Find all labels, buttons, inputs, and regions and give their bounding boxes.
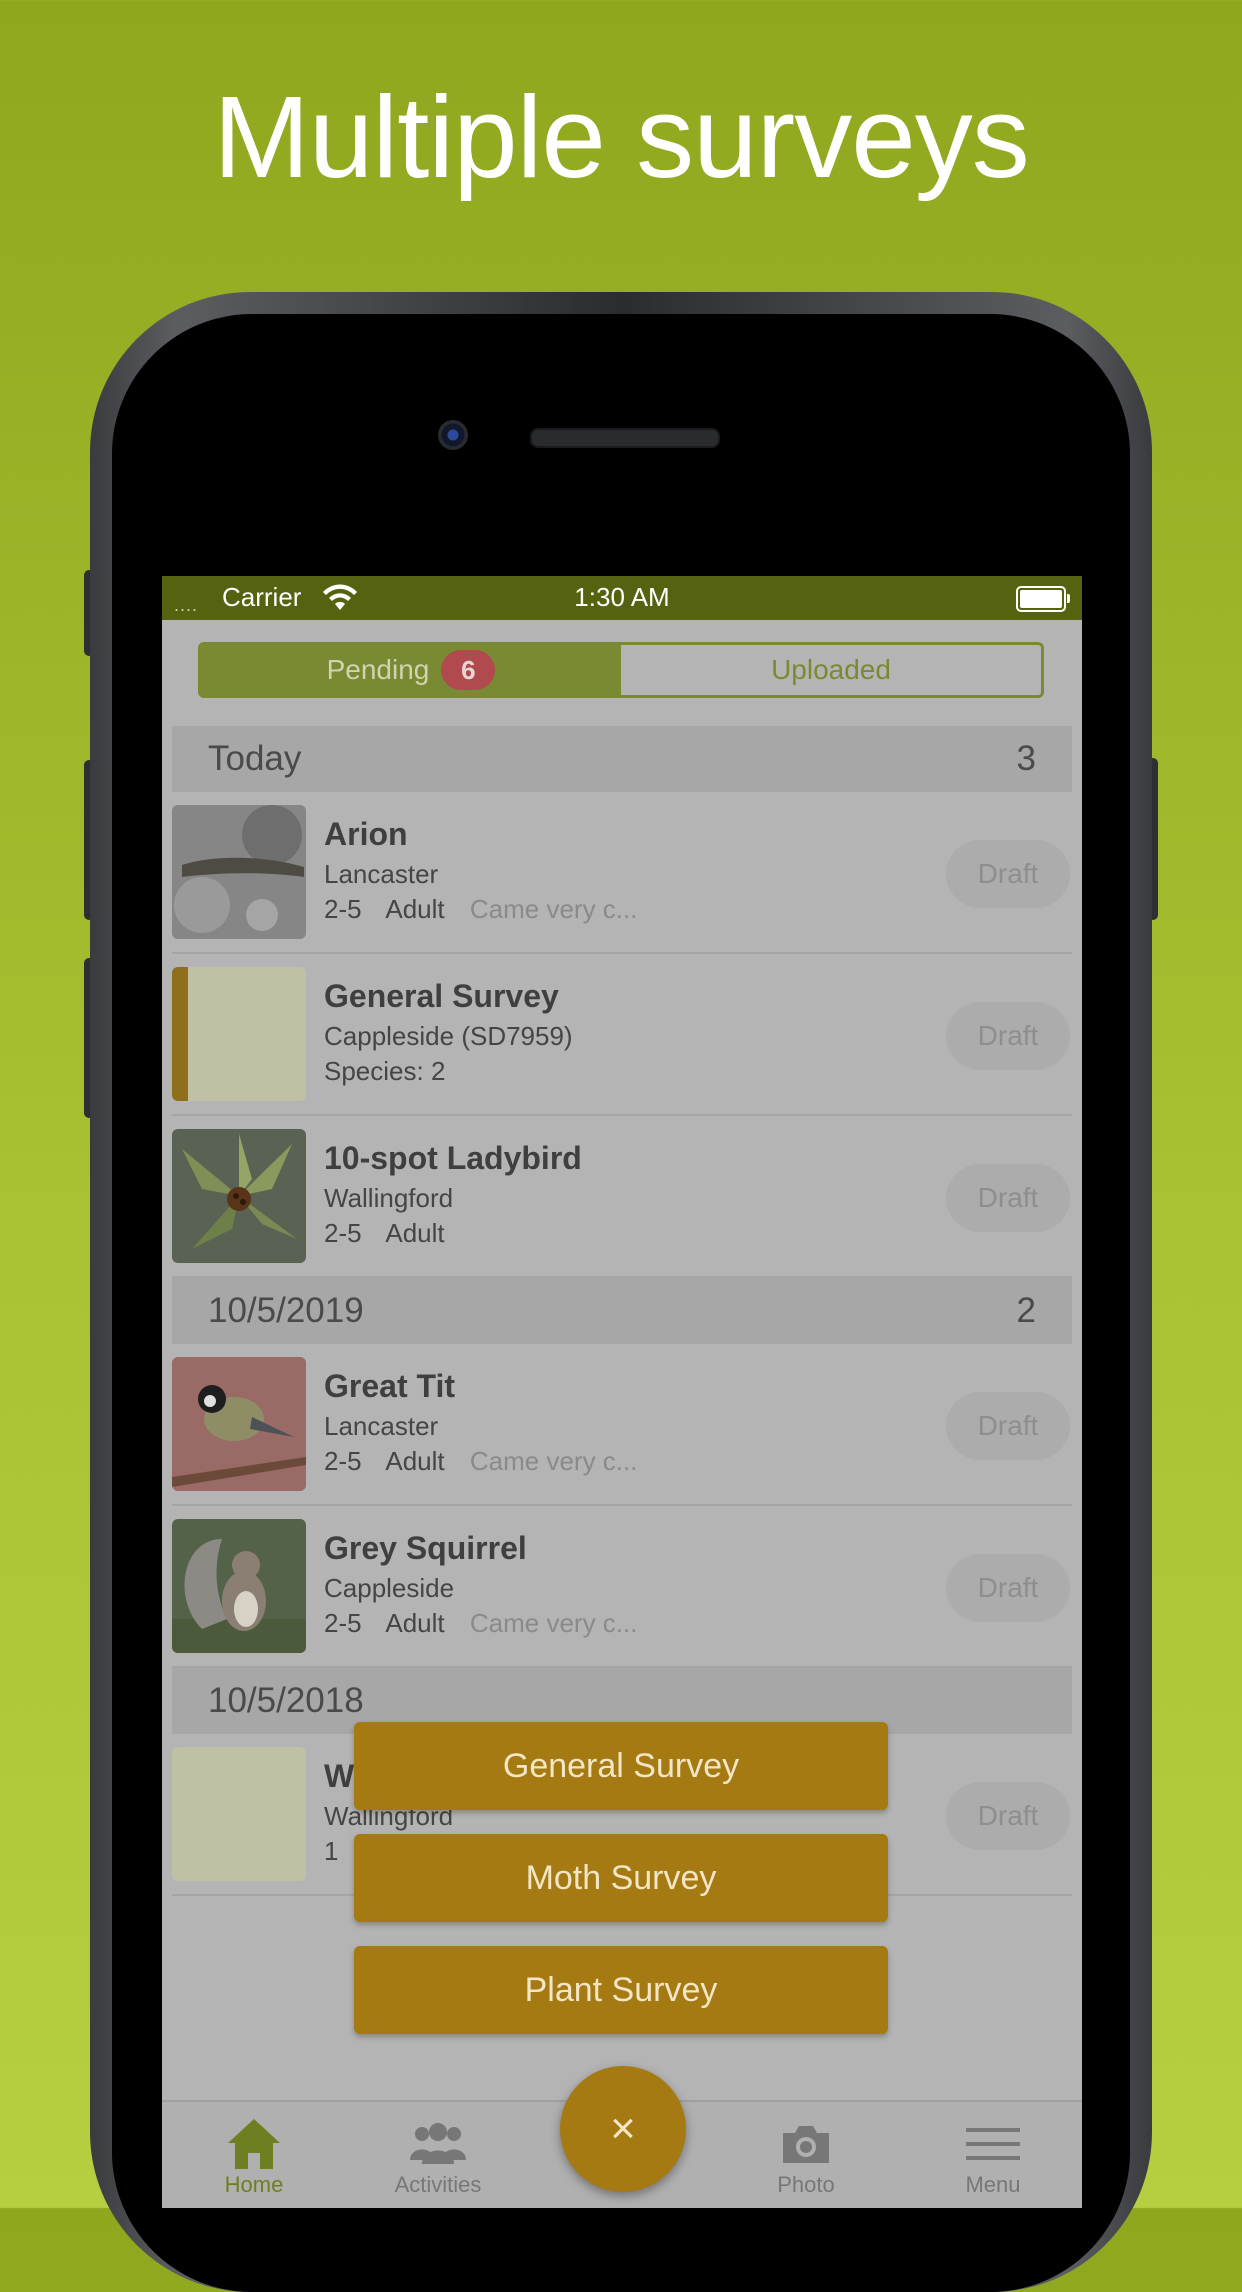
section-header: Today 3 (172, 726, 1072, 792)
draft-status-button[interactable]: Draft (946, 1782, 1070, 1850)
camera-icon (726, 2116, 886, 2172)
list-item[interactable]: Great Tit Lancaster 2-5 Adult Came very … (172, 1344, 1072, 1506)
tab-photo-label: Photo (777, 2172, 835, 2197)
status-bar: .... Carrier 1:30 AM (162, 576, 1082, 620)
record-stage: Adult (385, 1217, 445, 1248)
tab-menu-label: Menu (965, 2172, 1021, 2197)
record-count: 2-5 (324, 1607, 362, 1638)
record-count: 2-5 (324, 1445, 362, 1476)
plant-survey-button[interactable]: Plant Survey (354, 1946, 888, 2034)
record-note: Came very c... (469, 893, 638, 924)
draft-status-button[interactable]: Draft (946, 1002, 1070, 1070)
record-stage: Adult (385, 1445, 445, 1476)
tab-home-label: Home (224, 2172, 284, 2197)
section-date: Today (208, 739, 302, 778)
slug-photo (172, 805, 306, 939)
draft-status-button[interactable]: Draft (946, 1392, 1070, 1460)
pending-count-badge: 6 (441, 650, 496, 690)
tab-activities-label: Activities (394, 2172, 482, 2197)
close-survey-menu-button[interactable]: × (560, 2066, 686, 2192)
record-count: 2-5 (324, 1217, 362, 1248)
earpiece-speaker (530, 428, 720, 448)
record-count: 2-5 (324, 893, 362, 924)
people-icon (358, 2116, 518, 2172)
battery-icon (1016, 586, 1070, 612)
record-stage: Adult (385, 1607, 445, 1638)
squirrel-photo (172, 1519, 306, 1653)
tab-pending[interactable]: Pending 6 (201, 645, 621, 695)
tab-photo[interactable]: Photo (726, 2116, 886, 2198)
ladybird-photo (172, 1129, 306, 1263)
draft-status-button[interactable]: Draft (946, 1554, 1070, 1622)
record-note: Came very c... (469, 1445, 638, 1476)
menu-icon (913, 2116, 1073, 2172)
tab-uploaded[interactable]: Uploaded (621, 645, 1041, 695)
section-date: 10/5/2018 (208, 1681, 364, 1720)
app-screen: .... Carrier 1:30 AM Pending 6 Uploaded … (162, 576, 1082, 2208)
draft-status-button[interactable]: Draft (946, 840, 1070, 908)
pending-uploaded-toggle: Pending 6 Uploaded (198, 642, 1044, 698)
close-icon: × (610, 2104, 636, 2153)
section-header: 10/5/2019 2 (172, 1278, 1072, 1344)
tab-uploaded-label: Uploaded (771, 654, 891, 685)
list-item[interactable]: 10-spot Ladybird Wallingford 2-5 Adult D… (172, 1116, 1072, 1278)
blank-placeholder (172, 1747, 306, 1881)
general-survey-button[interactable]: General Survey (354, 1722, 888, 1810)
tab-pending-label: Pending (326, 654, 430, 685)
moth-survey-button[interactable]: Moth Survey (354, 1834, 888, 1922)
clock: 1:30 AM (574, 582, 670, 612)
record-stage: Adult (385, 893, 445, 924)
survey-type-menu: General Survey Moth Survey Plant Survey (354, 1722, 888, 2058)
section-date: 10/5/2019 (208, 1291, 364, 1330)
draft-status-button[interactable]: Draft (946, 1164, 1070, 1232)
headline: Multiple surveys (213, 72, 1030, 202)
tab-menu[interactable]: Menu (913, 2116, 1073, 2198)
list-item[interactable]: General Survey Cappleside (SD7959) Speci… (172, 954, 1072, 1116)
bird-photo (172, 1357, 306, 1491)
tab-activities[interactable]: Activities (358, 2116, 518, 2198)
list-item[interactable]: Grey Squirrel Cappleside 2-5 Adult Came … (172, 1506, 1072, 1668)
survey-placeholder (172, 967, 306, 1101)
tab-home[interactable]: Home (174, 2116, 334, 2198)
records-list: Today 3 Arion Lancaster 2-5 Adult Came v… (172, 726, 1072, 1896)
front-camera (438, 420, 468, 450)
home-icon (174, 2116, 334, 2172)
list-item[interactable]: Arion Lancaster 2-5 Adult Came very c...… (172, 792, 1072, 954)
record-note: Came very c... (469, 1607, 638, 1638)
section-count: 3 (1016, 739, 1036, 778)
section-count: 2 (1016, 1291, 1036, 1330)
